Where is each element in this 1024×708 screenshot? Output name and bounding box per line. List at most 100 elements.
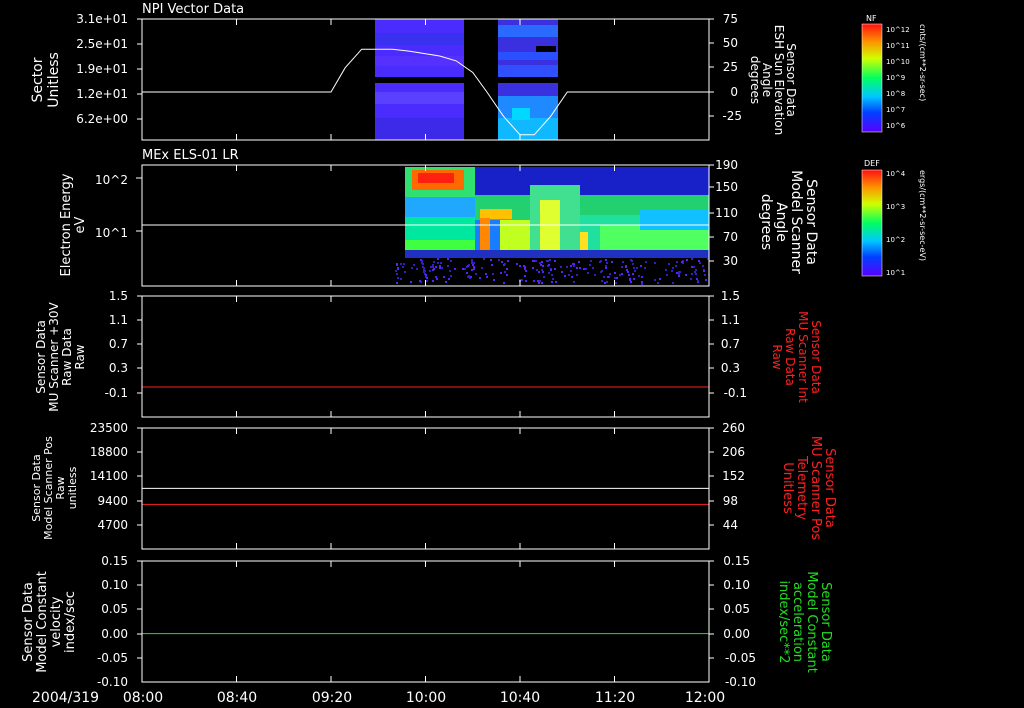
els-speckle-pixel xyxy=(524,275,526,277)
els-right-tick: 150 xyxy=(715,180,738,194)
els-speckle-pixel xyxy=(604,282,606,284)
mu-raw-right-axis: 1.5 1.1 0.7 0.3 -0.1 xyxy=(721,289,747,400)
model-const-left-tick: 0.00 xyxy=(101,627,128,641)
els-speckle-pixel xyxy=(705,279,707,281)
els-speckle-pixel xyxy=(572,263,574,265)
mu-raw-left-label-line: MU Scanner +30V xyxy=(47,302,61,412)
els-speckle-pixel xyxy=(437,258,439,260)
els-speckle-pixel xyxy=(679,271,681,273)
mu-pos-right-tick: 206 xyxy=(722,445,745,459)
els-speckle-pixel xyxy=(551,274,553,276)
els-speckle-pixel xyxy=(657,282,659,284)
els-speckle-pixel xyxy=(614,272,616,274)
els-speckle-pixel xyxy=(605,259,607,261)
els-speckle-pixel xyxy=(606,262,608,264)
els-speckle-pixel xyxy=(493,279,495,281)
els-speckle-pixel xyxy=(641,276,643,278)
els-speckle-pixel xyxy=(570,270,572,272)
els-speckle-pixel xyxy=(470,276,472,278)
els-speckle-pixel xyxy=(668,263,670,265)
els-speckle-pixel xyxy=(698,260,700,262)
els-speckle-pixel xyxy=(605,267,607,269)
els-speckle-pixel xyxy=(537,280,539,282)
mu-pos-left-tick: 9400 xyxy=(97,494,128,508)
els-left-tick: 10^1 xyxy=(95,226,128,240)
els-speckle-pixel xyxy=(551,281,553,283)
date-label: 2004/319 xyxy=(32,690,99,706)
model-const-left-label-line: Model Constant xyxy=(35,571,50,673)
els-speckle-pixel xyxy=(690,278,692,280)
els-speckle-pixel xyxy=(622,261,624,263)
mu-raw-right-label-line: Raw xyxy=(770,344,784,369)
npi-left-tick: 1.2e+01 xyxy=(76,87,128,101)
els-right-label-line: Sensor Data xyxy=(803,179,819,265)
els-speckle-pixel xyxy=(552,278,554,280)
els-speckle-pixel xyxy=(666,274,668,276)
els-speckle-pixel xyxy=(625,266,627,268)
mu-raw-left-tick: 0.7 xyxy=(109,337,128,351)
mu-raw-right-label-line: Sensor Data xyxy=(809,320,823,394)
els-speckle-pixel xyxy=(654,279,656,281)
els-speckle-pixel xyxy=(697,280,699,282)
els-speckle-pixel xyxy=(433,261,435,263)
model-const-right-tick: 0.05 xyxy=(723,602,750,616)
npi-colorbar: NF 10^12 10^11 10^10 10^9 10^8 10^7 10^6… xyxy=(861,14,927,133)
els-speckle-pixel xyxy=(573,281,575,283)
els-speckle-pixel xyxy=(433,268,435,270)
els-speckle-pixel xyxy=(633,267,635,269)
els-speckle-pixel xyxy=(634,270,636,272)
npi-left-axis: 3.1e+01 2.5e+01 1.9e+01 1.2e+01 6.2e+00 xyxy=(76,12,128,126)
els-speckle-pixel xyxy=(396,282,398,284)
els-speckle-pixel xyxy=(695,273,697,275)
els-speckle-pixel xyxy=(601,280,603,282)
els-speckle-pixel xyxy=(450,275,452,277)
npi-left-tick: 3.1e+01 xyxy=(76,12,128,26)
npi-colorbar-unit: cnts/(cm**2-sr-sec) xyxy=(918,24,927,101)
mu-pos-right-label-line: Sensor Data xyxy=(822,448,837,528)
els-speckle-pixel xyxy=(404,271,406,273)
mu-raw-left-label-line: Raw xyxy=(73,344,87,369)
els-speckle-pixel xyxy=(486,276,488,278)
mu-raw-left-tick: -0.1 xyxy=(105,386,128,400)
els-speckle-pixel xyxy=(410,281,412,283)
els-speckle-pixel xyxy=(473,266,475,268)
els-speckle-pixel xyxy=(462,268,464,270)
els-speckle-pixel xyxy=(426,277,428,279)
els-speckle-pixel xyxy=(449,270,451,272)
els-right-axis: 190 150 110 70 30 xyxy=(715,158,738,268)
els-speckle-pixel xyxy=(524,268,526,270)
els-speckle-pixel xyxy=(500,272,502,274)
npi-right-tick: 50 xyxy=(723,36,738,50)
els-speckle-pixel xyxy=(503,282,505,284)
els-speckle-pixel xyxy=(479,277,481,279)
els-speckle-pixel xyxy=(440,262,442,264)
els-speckle-pixel xyxy=(548,272,550,274)
els-speckle-pixel xyxy=(539,280,541,282)
els-speckle-pixel xyxy=(447,258,449,260)
els-speckle-pixel xyxy=(541,282,543,284)
mu-raw-right-tick: 1.5 xyxy=(721,289,740,303)
els-speckle-pixel xyxy=(592,267,594,269)
els-speckle-pixel xyxy=(585,268,587,270)
mu-raw-left-tick: 0.3 xyxy=(109,361,128,375)
npi-colorbar-tick: 10^9 xyxy=(886,74,905,82)
els-speckle-pixel xyxy=(443,276,445,278)
els-speckle-pixel xyxy=(532,267,534,269)
els-speckle-pixel xyxy=(541,269,543,271)
els-colorbar-tick: 10^4 xyxy=(886,170,906,178)
els-speckle-pixel xyxy=(665,269,667,271)
els-speckle-pixel xyxy=(396,264,398,266)
npi-right-tick: 0 xyxy=(730,85,738,99)
els-speckle-pixel xyxy=(589,264,591,266)
els-left-label-line: Electron Energy xyxy=(59,173,74,276)
els-right-label-line: degrees xyxy=(758,194,774,250)
mu-raw-left-tick: 1.5 xyxy=(109,289,128,303)
els-speckle-pixel xyxy=(448,278,450,280)
time-tick-label: 10:00 xyxy=(406,690,446,706)
time-tick-label: 08:00 xyxy=(123,690,163,706)
mu-raw-right-label-line: Raw Data xyxy=(783,328,797,386)
els-speckle-pixel xyxy=(541,261,543,263)
els-speckle-pixel xyxy=(506,274,508,276)
els-speckle-pixel xyxy=(524,266,526,268)
model-const-left-tick: 0.15 xyxy=(101,554,128,568)
